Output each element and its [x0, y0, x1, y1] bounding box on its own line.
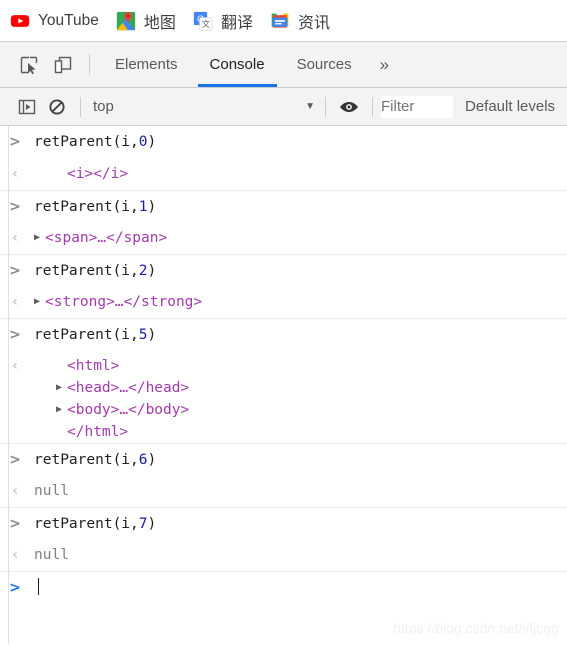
- console-command: retParent(i,0): [34, 134, 157, 150]
- dom-node-line[interactable]: ▶<html>: [34, 355, 567, 377]
- log-levels-label: Default levels: [465, 98, 556, 115]
- console-input-row[interactable]: > retParent(i,5): [0, 318, 567, 350]
- prompt-marker-icon: >: [9, 580, 21, 596]
- console-result: ▶<i></i>: [67, 166, 129, 182]
- bookmark-label: 翻译: [220, 14, 253, 32]
- output-marker-icon: ‹: [12, 483, 18, 499]
- output-marker-icon: ‹: [12, 294, 18, 310]
- expand-triangle-icon[interactable]: ▶: [34, 227, 45, 249]
- input-marker-icon: >: [9, 263, 21, 279]
- google-translate-icon: G 文: [193, 11, 213, 31]
- tab-label: Console: [209, 56, 265, 73]
- console-output-row[interactable]: ‹ ▶<i></i>: [0, 158, 567, 190]
- console-input-row[interactable]: > retParent(i,2): [0, 254, 567, 286]
- bookmark-label: 资讯: [297, 14, 330, 32]
- console-result: null: [34, 547, 69, 563]
- console-result: null: [34, 483, 69, 499]
- toolbar-divider: [372, 96, 373, 117]
- inspect-element-button[interactable]: [12, 42, 46, 87]
- output-marker-icon: ‹: [12, 166, 18, 182]
- clear-console-button[interactable]: [42, 92, 72, 122]
- bookmark-translate[interactable]: G 文 翻译: [193, 9, 253, 33]
- execution-context-selector[interactable]: top ▼: [89, 98, 317, 115]
- console-output-row[interactable]: ‹ null: [0, 539, 567, 571]
- console-gutter-divider: [8, 126, 9, 644]
- tab-elements[interactable]: Elements: [99, 42, 194, 87]
- console-sidebar-button[interactable]: [12, 92, 42, 122]
- devtools-panel: Elements Console Sources » top ▼ Filter …: [0, 41, 567, 644]
- device-toolbar-icon: [54, 56, 72, 73]
- clear-console-icon: [49, 98, 65, 115]
- bookmark-label: 地图: [143, 14, 176, 32]
- input-marker-icon: >: [9, 452, 21, 468]
- console-result: ▶ <span>…</span>: [30, 227, 567, 249]
- tab-label: Sources: [296, 56, 352, 73]
- console-input-row[interactable]: > retParent(i,0): [0, 126, 567, 158]
- chevron-double-right-icon: »: [379, 54, 390, 74]
- dom-node-line[interactable]: ▶ <body>…</body>: [34, 399, 567, 421]
- input-marker-icon: >: [9, 134, 21, 150]
- bookmark-news[interactable]: 资讯: [270, 9, 330, 33]
- toolbar-divider: [325, 96, 326, 117]
- toolbar-divider: [89, 54, 90, 75]
- bookmark-maps[interactable]: 地图: [116, 9, 176, 33]
- input-marker-icon: >: [9, 327, 21, 343]
- console-prompt-row[interactable]: >: [0, 571, 567, 603]
- log-levels-selector[interactable]: Default levels: [465, 98, 555, 115]
- console-output-row[interactable]: ‹ ▶<html>▶<head>…</head>▶<body>…</body>▶…: [0, 350, 567, 443]
- console-result: ▶<html>▶<head>…</head>▶<body>…</body> ▶</…: [30, 355, 567, 443]
- output-marker-icon: ‹: [12, 358, 18, 374]
- dom-node-line: ▶</html>: [67, 424, 129, 440]
- output-marker-icon: ‹: [12, 547, 18, 563]
- devtools-tabbar: Elements Console Sources »: [0, 42, 567, 88]
- console-command: retParent(i,5): [34, 327, 157, 343]
- chevron-down-icon: ▼: [305, 101, 315, 112]
- output-marker-icon: ‹: [12, 230, 18, 246]
- console-prompt-input[interactable]: [30, 577, 567, 599]
- console-command: retParent(i,7): [34, 516, 157, 532]
- live-expression-eye-icon: [340, 101, 358, 112]
- youtube-icon: [10, 14, 30, 27]
- console-input-row[interactable]: > retParent(i,1): [0, 190, 567, 222]
- expand-triangle-icon[interactable]: ▶: [56, 377, 67, 399]
- console-output-row[interactable]: ‹ ▶ <span>…</span>: [0, 222, 567, 254]
- tab-label: Elements: [115, 56, 178, 73]
- console-command: retParent(i,6): [34, 452, 157, 468]
- bookmarks-bar: YouTube 地图 G 文 翻译 资讯: [0, 0, 567, 41]
- svg-text:文: 文: [202, 18, 211, 28]
- bookmark-youtube[interactable]: YouTube: [10, 11, 99, 31]
- console-command: retParent(i,1): [34, 199, 157, 215]
- google-maps-icon: [116, 11, 136, 30]
- console-sidebar-icon: [18, 99, 36, 114]
- tab-sources[interactable]: Sources: [281, 42, 368, 87]
- console-result: ▶ <strong>…</strong>: [30, 291, 567, 313]
- console-command: retParent(i,2): [34, 263, 157, 279]
- console-input-row[interactable]: > retParent(i,7): [0, 507, 567, 539]
- dom-node-line[interactable]: ▶ <head>…</head>: [34, 377, 567, 399]
- bookmark-label: YouTube: [38, 11, 99, 29]
- input-marker-icon: >: [9, 199, 21, 215]
- tab-console[interactable]: Console: [194, 42, 281, 87]
- filter-input[interactable]: [381, 95, 453, 118]
- execution-context-value: top: [93, 98, 114, 115]
- watermark: https://blog.csdn.net/vfjcgg: [393, 620, 559, 636]
- more-tabs-button[interactable]: »: [368, 42, 401, 87]
- expand-triangle-icon[interactable]: ▶: [34, 291, 45, 313]
- expand-triangle-icon[interactable]: ▶: [56, 399, 67, 421]
- text-cursor: [38, 578, 39, 595]
- console-toolbar: top ▼ Default levels: [0, 88, 567, 126]
- console-input-row[interactable]: > retParent(i,6): [0, 443, 567, 475]
- console-output-area[interactable]: > retParent(i,0) ‹ ▶<i></i> > retParent(…: [0, 126, 567, 644]
- device-toolbar-button[interactable]: [46, 42, 80, 87]
- input-marker-icon: >: [9, 516, 21, 532]
- toolbar-divider: [80, 96, 81, 117]
- console-output-row[interactable]: ‹ ▶ <strong>…</strong>: [0, 286, 567, 318]
- inspect-element-icon: [20, 56, 38, 74]
- console-output-row[interactable]: ‹ null: [0, 475, 567, 507]
- google-news-icon: [271, 13, 289, 28]
- live-expression-button[interactable]: [334, 92, 364, 122]
